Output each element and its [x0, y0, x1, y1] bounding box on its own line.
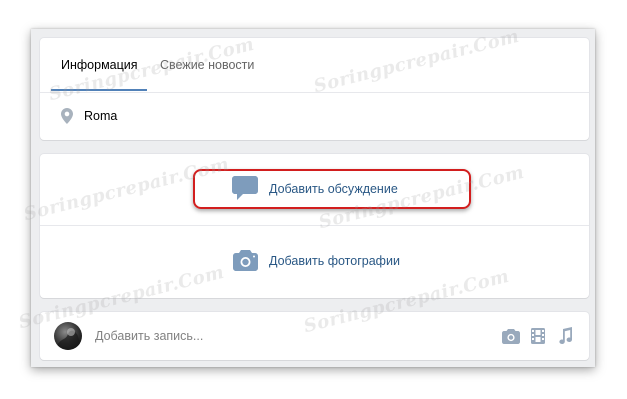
add-photos-button[interactable]: Добавить фотографии — [40, 226, 589, 298]
info-card: Информация Свежие новости Roma — [40, 38, 589, 140]
tab-information[interactable]: Информация — [61, 58, 138, 72]
actions-card: Добавить обсуждение Добавить фотографии — [40, 154, 589, 298]
active-tab-indicator — [51, 89, 147, 91]
vk-page-fragment: Информация Свежие новости Roma Добавить … — [17, 26, 595, 367]
tab-bar: Информация Свежие новости — [40, 38, 589, 93]
post-composer: Добавить запись... — [40, 312, 589, 360]
map-pin-icon — [61, 108, 73, 124]
video-film-icon[interactable] — [529, 327, 547, 345]
avatar-image — [54, 328, 82, 350]
music-note-icon[interactable] — [556, 327, 574, 345]
location-text[interactable]: Roma — [84, 109, 117, 123]
post-input[interactable]: Добавить запись... — [95, 329, 203, 343]
location-row: Roma — [40, 93, 589, 140]
red-highlight-frame — [193, 169, 471, 209]
camera-icon[interactable] — [502, 327, 520, 345]
screenshot-stage: Информация Свежие новости Roma Добавить … — [0, 0, 627, 399]
add-photos-label: Добавить фотографии — [269, 254, 400, 268]
camera-icon — [233, 250, 258, 271]
tab-fresh-news[interactable]: Свежие новости — [160, 58, 254, 72]
avatar[interactable] — [54, 322, 82, 350]
add-discussion-button[interactable]: Добавить обсуждение — [40, 154, 589, 226]
